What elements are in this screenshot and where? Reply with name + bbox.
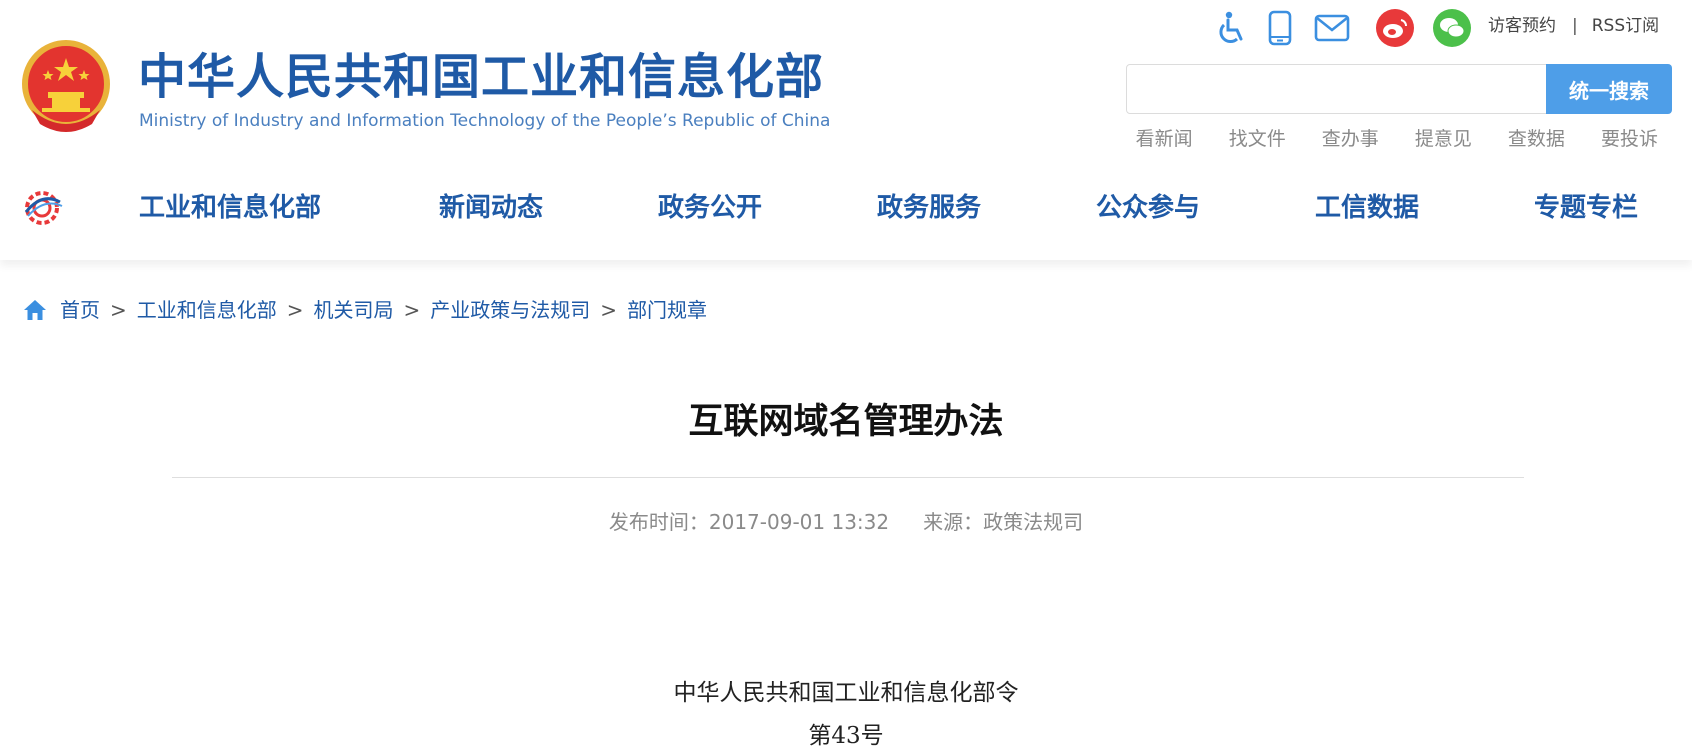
quick-link-files[interactable]: 找文件 (1229, 128, 1286, 150)
nav-item-public[interactable]: 公众参与 (1096, 190, 1200, 226)
mobile-icon[interactable] (1260, 8, 1300, 48)
quick-link-services[interactable]: 查办事 (1322, 128, 1379, 150)
article-source: 政策法规司 (983, 510, 1084, 534)
publish-label: 发布时间： (608, 510, 709, 534)
publish-time: 2017-09-01 13:32 (708, 510, 890, 534)
main-nav: 工业和信息化部 新闻动态 政务公开 政务服务 公众参与 工信数据 专题专栏 (0, 160, 1692, 260)
article-meta: 发布时间：2017-09-01 13:32 来源：政策法规司 (0, 508, 1692, 536)
search-input[interactable] (1126, 64, 1548, 114)
top-links-separator: | (1572, 16, 1578, 36)
quick-link-data[interactable]: 查数据 (1508, 128, 1565, 150)
article-title: 互联网域名管理办法 (688, 402, 1004, 442)
national-emblem-icon (22, 40, 110, 132)
breadcrumb-separator: > (110, 298, 127, 322)
nav-item-gov-affairs[interactable]: 政务公开 (658, 190, 762, 226)
decree-heading: 中华人民共和国工业和信息化部令 (673, 680, 1019, 706)
quick-link-news[interactable]: 看新闻 (1136, 128, 1193, 150)
quick-links: 看新闻 找文件 查办事 提意见 查数据 要投诉 (1106, 126, 1658, 152)
breadcrumb-regulations[interactable]: 部门规章 (627, 296, 707, 324)
quick-link-complaint[interactable]: 要投诉 (1601, 128, 1658, 150)
nav-item-news[interactable]: 新闻动态 (439, 190, 543, 226)
breadcrumb-policy-dept[interactable]: 产业政策与法规司 (430, 296, 590, 324)
visitor-booking-link[interactable]: 访客预约 (1488, 16, 1556, 36)
weibo-icon[interactable] (1375, 8, 1415, 48)
quick-link-feedback[interactable]: 提意见 (1415, 128, 1472, 150)
decree-number: 第43号 (808, 723, 884, 749)
breadcrumb-separator: > (403, 298, 421, 322)
nav-item-data[interactable]: 工信数据 (1315, 190, 1419, 226)
mail-icon[interactable] (1312, 8, 1352, 48)
breadcrumb-miit[interactable]: 工业和信息化部 (137, 296, 277, 324)
title-divider (172, 477, 1524, 478)
miit-logo-icon[interactable] (20, 188, 64, 228)
site-name-en: Ministry of Industry and Information Tec… (139, 111, 831, 131)
nav-item-gov-services[interactable]: 政务服务 (877, 190, 981, 226)
nav-item-miit[interactable]: 工业和信息化部 (139, 190, 321, 226)
source-label: 来源： (923, 510, 984, 534)
site-header: 中华人民共和国工业和信息化部 Ministry of Industry and … (0, 0, 1692, 160)
breadcrumb-separator: > (600, 298, 618, 322)
home-icon[interactable] (22, 298, 48, 322)
breadcrumb: 首页 > 工业和信息化部 > 机关司局 > 产业政策与法规司 > 部门规章 (22, 296, 707, 324)
site-name-cn: 中华人民共和国工业和信息化部 (138, 49, 825, 105)
search-button[interactable]: 统一搜索 (1546, 64, 1672, 114)
accessibility-icon[interactable] (1210, 8, 1250, 48)
nav-item-topics[interactable]: 专题专栏 (1534, 190, 1638, 226)
top-links: 访客预约 | RSS订阅 (1488, 14, 1659, 38)
breadcrumb-home[interactable]: 首页 (60, 296, 100, 324)
breadcrumb-departments[interactable]: 机关司局 (314, 296, 394, 324)
rss-link[interactable]: RSS订阅 (1592, 16, 1659, 36)
wechat-icon[interactable] (1432, 8, 1472, 48)
breadcrumb-separator: > (286, 298, 304, 322)
